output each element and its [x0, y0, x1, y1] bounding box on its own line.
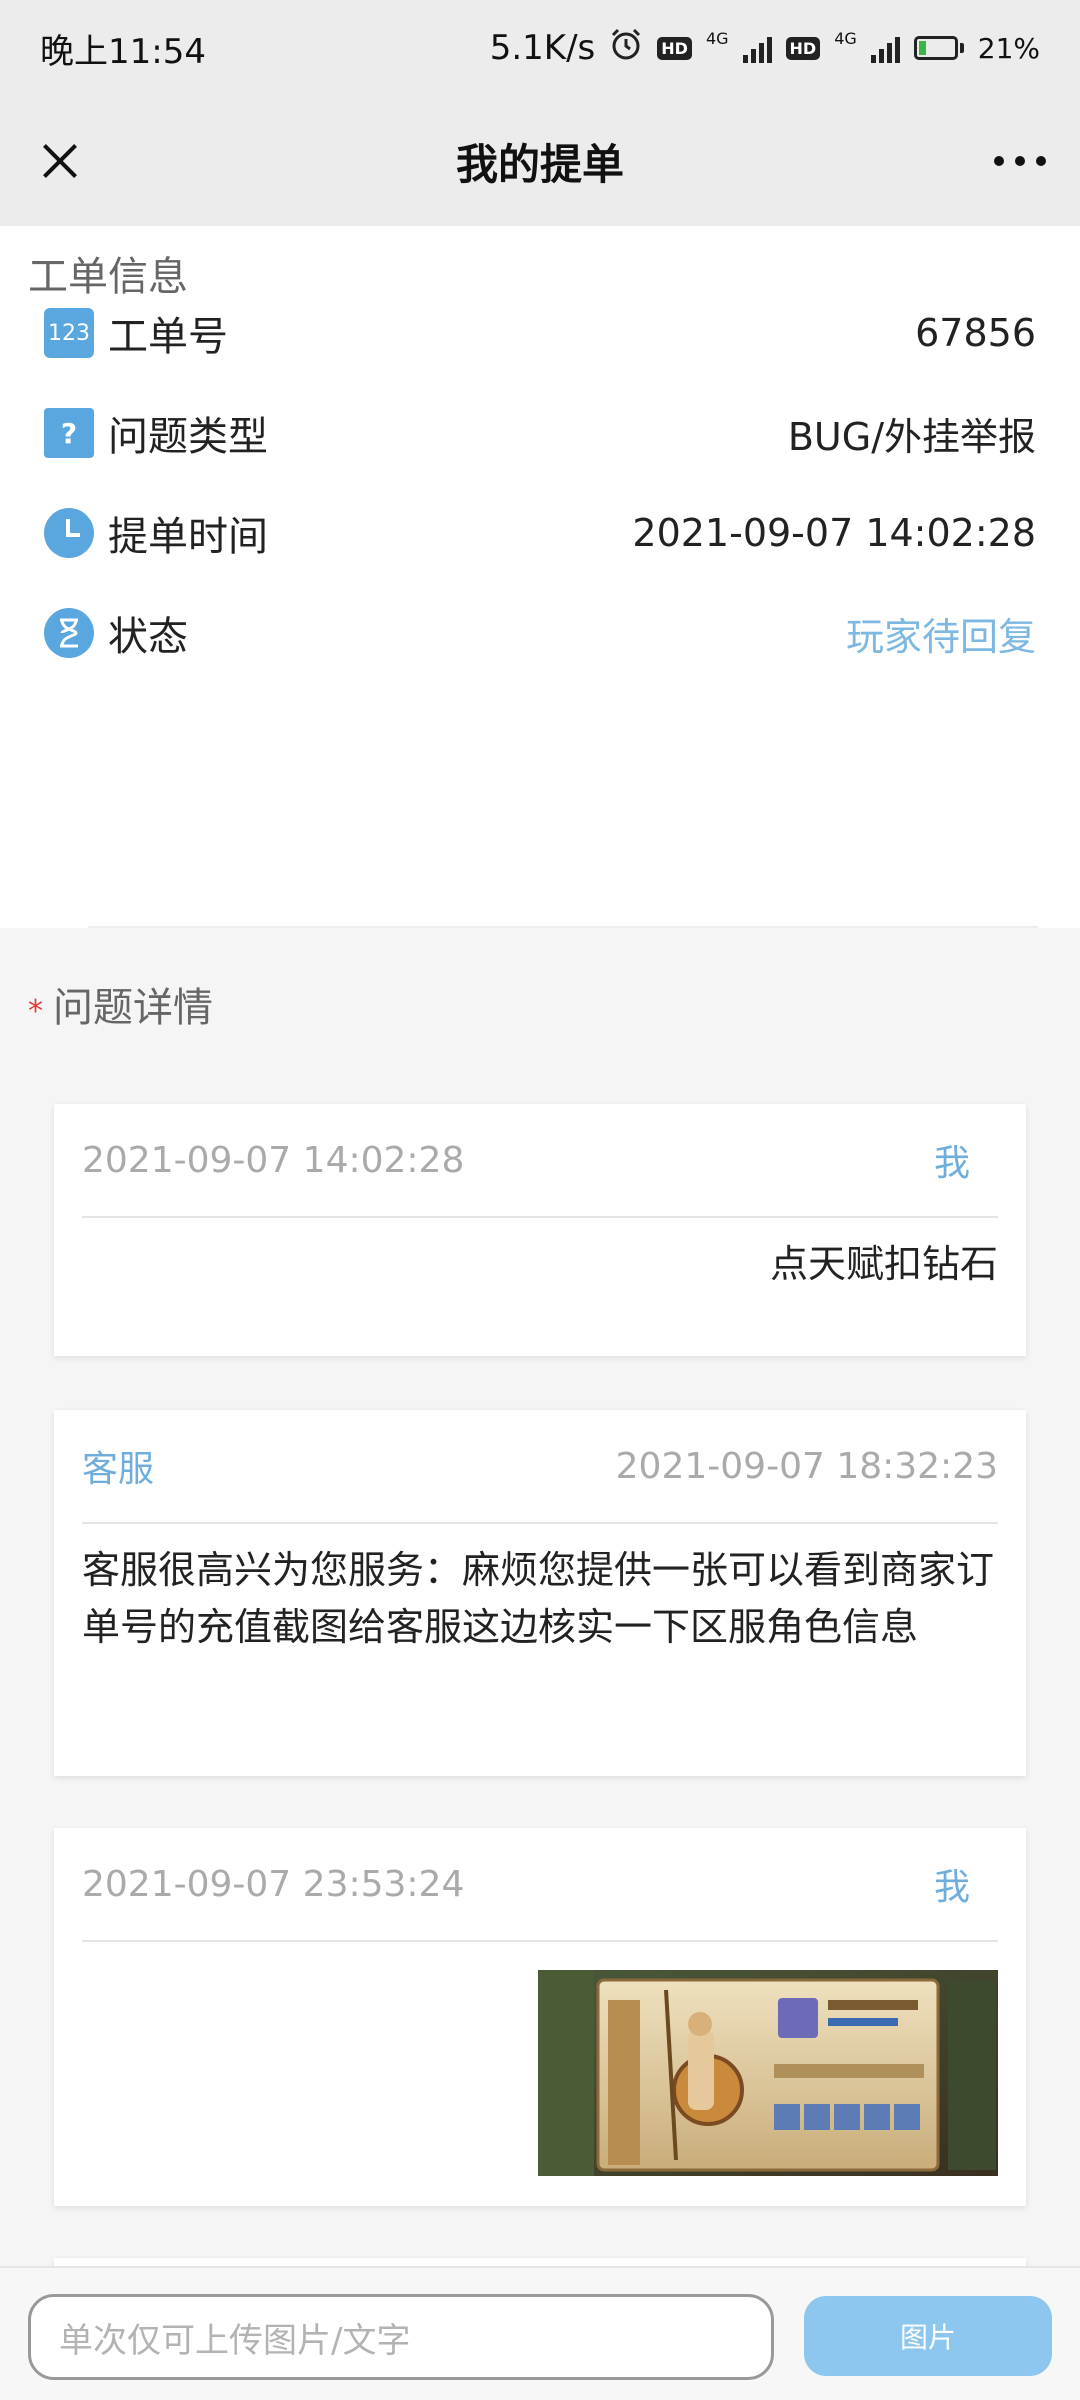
info-label: 状态 — [108, 614, 188, 660]
ticket-info-section: 工单信息 123 工单号 67856 ? 问题类型 BUG/外挂举报 提单时间 … — [0, 226, 1080, 928]
status-time: 晚上11:54 — [40, 31, 206, 72]
message-sender: 我 — [933, 1143, 970, 1184]
divider — [82, 1940, 998, 1942]
attached-screenshot-image[interactable] — [538, 1970, 998, 2176]
divider — [88, 926, 1038, 928]
message-sender: 客服 — [82, 1449, 155, 1490]
message-header: 客服 2021-09-07 18:32:23 — [54, 1410, 1026, 1522]
number-123-icon: 123 — [44, 308, 94, 358]
battery-percent: 21% — [977, 31, 1040, 65]
battery-icon — [913, 36, 964, 60]
message-text: 点天赋扣钻石 — [769, 1242, 998, 1286]
hd-icon: HD — [657, 36, 692, 60]
submit-time-value: 2021-09-07 14:02:28 — [632, 511, 1036, 555]
message-card: 客服 2021-09-07 18:32:23 客服很高兴为您服务：麻烦您提供一张… — [54, 1410, 1026, 1776]
info-row-issue-type: ? 问题类型 BUG/外挂举报 — [0, 378, 1080, 488]
page-title: 我的提单 — [455, 139, 624, 189]
message-card: 2021-09-07 23:53:24 我 — [54, 1828, 1026, 2206]
hd-icon: HD — [785, 36, 821, 60]
status-value: 玩家待回复 — [845, 614, 1036, 659]
input-placeholder: 单次仅可上传图片/文字 — [59, 2320, 411, 2361]
info-row-ticket-number: 123 工单号 67856 — [0, 278, 1080, 388]
message-time: 2021-09-07 14:02:28 — [82, 1139, 465, 1181]
message-header: 2021-09-07 14:02:28 我 — [54, 1104, 1026, 1216]
divider — [82, 1522, 998, 1524]
upload-image-button[interactable]: 图片 — [804, 2296, 1052, 2376]
signal-icon — [870, 33, 900, 63]
message-header: 2021-09-07 23:53:24 我 — [54, 1828, 1026, 1940]
required-mark: * — [28, 994, 43, 1029]
info-row-submit-time: 提单时间 2021-09-07 14:02:28 — [0, 478, 1080, 588]
message-time: 2021-09-07 18:32:23 — [615, 1445, 998, 1487]
more-dots-icon[interactable] — [988, 139, 1052, 183]
info-label: 问题类型 — [108, 414, 268, 460]
info-label: 工单号 — [108, 314, 228, 360]
signal-icon — [742, 33, 772, 63]
info-row-status: 状态 玩家待回复 — [0, 578, 1080, 688]
message-card: 2021-09-07 14:02:28 我 点天赋扣钻石 — [54, 1104, 1026, 1356]
network-speed: 5.1K/s — [489, 28, 596, 68]
nav-bar: 我的提单 — [0, 96, 1080, 226]
issue-type-value: BUG/外挂举报 — [787, 414, 1036, 459]
status-icons: 5.1K/s HD 4G HD 4G 21% — [490, 27, 1040, 70]
question-doc-icon: ? — [44, 408, 94, 458]
info-label: 提单时间 — [108, 514, 268, 560]
clock-icon — [44, 508, 94, 558]
network-type: 4G — [705, 28, 729, 48]
message-input[interactable]: 单次仅可上传图片/文字 — [28, 2294, 774, 2380]
status-bar: 晚上11:54 5.1K/s HD 4G HD 4G 21% — [0, 0, 1080, 96]
divider — [82, 1216, 998, 1218]
network-type: 4G — [834, 28, 857, 48]
message-time: 2021-09-07 23:53:24 — [82, 1863, 465, 1905]
composer-bar: 单次仅可上传图片/文字 图片 — [0, 2266, 1080, 2400]
alarm-icon — [609, 27, 643, 70]
ticket-number-value: 67856 — [915, 311, 1036, 355]
close-icon[interactable] — [28, 129, 92, 193]
hourglass-icon — [44, 608, 94, 658]
message-sender: 我 — [933, 1867, 970, 1908]
issue-detail-title: 问题详情 — [53, 985, 213, 1031]
message-text: 客服很高兴为您服务：麻烦您提供一张可以看到商家订单号的充值截图给客服这边核实一下… — [82, 1548, 995, 1649]
section-title-issue-detail: * 问题详情 — [28, 975, 213, 1033]
